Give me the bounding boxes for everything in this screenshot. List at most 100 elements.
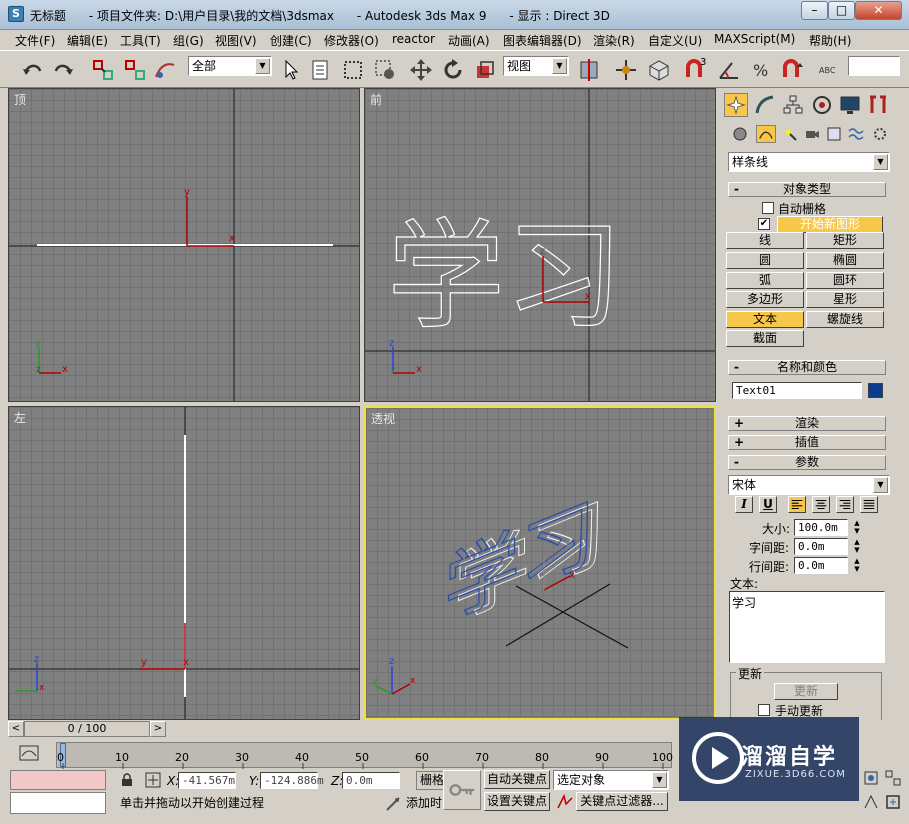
shapes-icon[interactable] — [756, 125, 776, 143]
shape-category-dropdown[interactable]: 样条线 ▼ — [728, 152, 890, 172]
leading-spinner[interactable]: ▲ ▼ — [852, 557, 862, 574]
shape-button-ngon[interactable]: 多边形 — [726, 291, 804, 308]
keyboard-shortcut-override-icon[interactable] — [646, 57, 672, 83]
viewport-perspective[interactable]: 透视 学习 学习 x z x y — [364, 406, 716, 720]
reference-coordinate-dropdown[interactable]: 视图 ▼ — [503, 56, 569, 76]
space-warps-icon[interactable] — [848, 126, 864, 142]
underline-button[interactable]: U — [759, 496, 777, 513]
systems-icon[interactable] — [872, 126, 888, 142]
select-object-icon[interactable] — [278, 57, 304, 83]
shape-button-section[interactable]: 截面 — [726, 330, 804, 347]
shape-button-star[interactable]: 星形 — [806, 291, 884, 308]
maxscript-listener-pink[interactable] — [10, 770, 106, 790]
select-and-link-icon[interactable] — [90, 57, 116, 83]
rectangular-selection-icon[interactable] — [340, 57, 366, 83]
app-logo-icon[interactable]: S — [8, 6, 24, 22]
shape-button-rectangle[interactable]: 矩形 — [806, 232, 884, 249]
viewport-front[interactable]: 前 学习 x z z x y — [364, 88, 716, 402]
rollout-parameters[interactable]: - 参数 — [728, 455, 886, 470]
hierarchy-tab-icon[interactable] — [781, 93, 805, 117]
lights-icon[interactable] — [782, 126, 798, 142]
undo-icon[interactable] — [20, 57, 46, 83]
named-selection-sets-icon[interactable]: ABC — [817, 57, 843, 83]
rollout-name-and-color[interactable]: - 名称和颜色 — [728, 360, 886, 375]
key-filter-icon[interactable] — [556, 794, 574, 810]
leading-input[interactable]: 0.0m — [794, 557, 848, 574]
minimize-button[interactable]: – — [801, 1, 828, 20]
justify-icon[interactable] — [860, 496, 878, 513]
cameras-icon[interactable] — [804, 126, 820, 142]
align-left-icon[interactable] — [788, 496, 806, 513]
kerning-input[interactable]: 0.0m — [794, 538, 848, 555]
object-color-swatch[interactable] — [868, 383, 883, 398]
menu-views[interactable]: 视图(V) — [215, 32, 257, 49]
field-of-view-icon[interactable] — [863, 794, 879, 810]
absolute-mode-icon[interactable] — [145, 772, 161, 788]
align-right-icon[interactable] — [836, 496, 854, 513]
shape-button-helix[interactable]: 螺旋线 — [806, 311, 884, 328]
angle-snap-icon[interactable] — [716, 57, 742, 83]
text-content-area[interactable]: 学习 — [729, 591, 885, 663]
auto-grid-checkbox[interactable] — [762, 202, 774, 214]
add-time-tag-button[interactable]: 添加时 — [406, 795, 444, 813]
update-button[interactable]: 更新 — [774, 683, 838, 700]
shape-button-text[interactable]: 文本 — [726, 311, 804, 328]
track-bar[interactable]: 0 10 20 30 40 50 60 70 80 90 100 — [56, 742, 673, 769]
curve-editor-mini-icon[interactable] — [18, 744, 40, 762]
font-dropdown[interactable]: 宋体 ▼ — [728, 475, 890, 495]
time-slider[interactable]: 0 / 100 — [24, 721, 150, 737]
maximize-button[interactable]: □ — [828, 1, 855, 20]
align-center-icon[interactable] — [812, 496, 830, 513]
select-and-manipulate-icon[interactable] — [613, 57, 639, 83]
start-new-shape-checkbox[interactable]: ✔ — [758, 218, 770, 230]
use-pivot-center-icon[interactable] — [576, 57, 602, 83]
kerning-spinner[interactable]: ▲ ▼ — [852, 538, 862, 555]
auto-key-button[interactable]: 自动关键点 — [484, 770, 550, 789]
menu-edit[interactable]: 编辑(E) — [67, 32, 108, 49]
spinner-snap-icon[interactable] — [780, 57, 806, 83]
named-selection-sets-field[interactable] — [848, 56, 900, 76]
menu-graph-editors[interactable]: 图表编辑器(D) — [503, 32, 582, 49]
menu-rendering[interactable]: 渲染(R) — [593, 32, 635, 49]
close-button[interactable]: ✕ — [855, 1, 902, 20]
shape-button-arc[interactable]: 弧 — [726, 272, 804, 289]
select-and-scale-icon[interactable] — [472, 57, 498, 83]
display-tab-icon[interactable] — [838, 93, 862, 117]
menu-tools[interactable]: 工具(T) — [120, 32, 161, 49]
percent-snap-icon[interactable]: % — [748, 57, 774, 83]
unlink-selection-icon[interactable] — [122, 57, 148, 83]
motion-tab-icon[interactable] — [810, 93, 834, 117]
menu-reactor[interactable]: reactor — [392, 32, 435, 46]
z-coord-input[interactable]: 0.0m — [342, 772, 400, 789]
geometry-icon[interactable] — [732, 126, 748, 142]
shape-button-line[interactable]: 线 — [726, 232, 804, 249]
time-prev-button[interactable]: < — [8, 721, 24, 737]
shape-button-circle[interactable]: 圆 — [726, 252, 804, 269]
shape-button-ellipse[interactable]: 椭圆 — [806, 252, 884, 269]
redo-icon[interactable] — [50, 57, 76, 83]
start-new-shape-button[interactable]: 开始新图形 — [777, 216, 883, 233]
helpers-icon[interactable] — [826, 126, 842, 142]
utilities-tab-icon[interactable] — [866, 93, 890, 117]
menu-customize[interactable]: 自定义(U) — [648, 32, 702, 49]
maxscript-listener-white[interactable] — [10, 792, 106, 814]
y-coord-input[interactable]: -124.886m — [260, 772, 324, 789]
key-mode-dropdown[interactable]: 选定对象 ▼ — [553, 770, 669, 790]
rollout-interpolation[interactable]: + 插值 — [728, 435, 886, 450]
menu-animation[interactable]: 动画(A) — [448, 32, 490, 49]
set-key-icon[interactable] — [443, 770, 481, 810]
time-next-button[interactable]: > — [150, 721, 166, 737]
key-filters-button[interactable]: 关键点过滤器... — [576, 792, 668, 811]
menu-modifiers[interactable]: 修改器(O) — [324, 32, 379, 49]
rollout-object-type[interactable]: - 对象类型 — [728, 182, 886, 197]
shape-button-donut[interactable]: 圆环 — [806, 272, 884, 289]
x-coord-input[interactable]: -41.567m — [178, 772, 236, 789]
maximize-viewport-icon[interactable] — [885, 794, 901, 810]
zoom-all-icon[interactable] — [885, 770, 901, 786]
menu-maxscript[interactable]: MAXScript(M) — [714, 32, 795, 46]
size-spinner[interactable]: ▲ ▼ — [852, 519, 862, 536]
create-tab-icon[interactable] — [724, 93, 748, 117]
zoom-extents-icon[interactable] — [863, 770, 879, 786]
menu-help[interactable]: 帮助(H) — [809, 32, 851, 49]
menu-file[interactable]: 文件(F) — [15, 32, 55, 49]
